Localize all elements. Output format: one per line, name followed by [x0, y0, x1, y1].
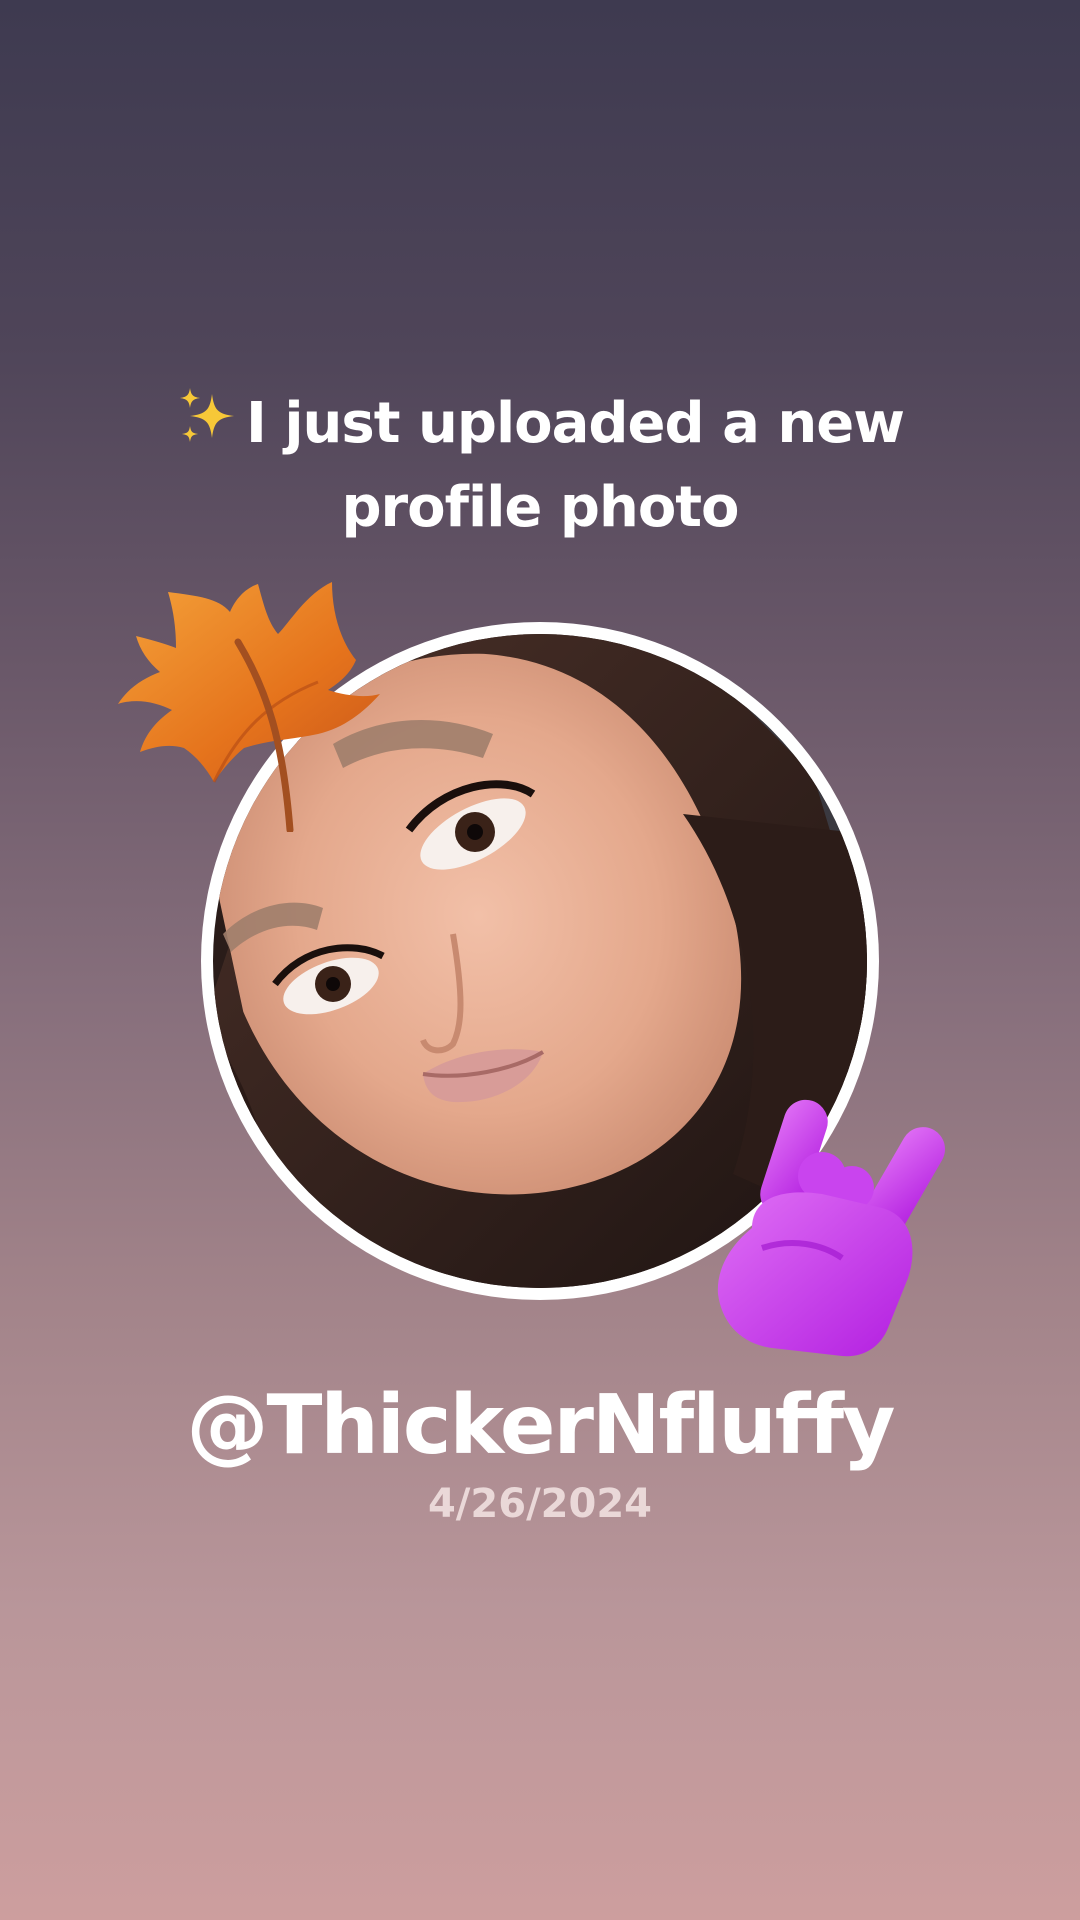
- upload-date: 4/26/2024: [427, 1481, 653, 1527]
- rock-on-hand-icon: [712, 1098, 950, 1358]
- sparkles-icon: [176, 386, 238, 448]
- headline-text: I just uploaded a new profile photo: [246, 391, 905, 540]
- maple-leaf-icon: [118, 582, 393, 834]
- headline: I just uploaded a new profile photo: [90, 382, 990, 550]
- username[interactable]: @ThickerNfluffy: [0, 1376, 1080, 1476]
